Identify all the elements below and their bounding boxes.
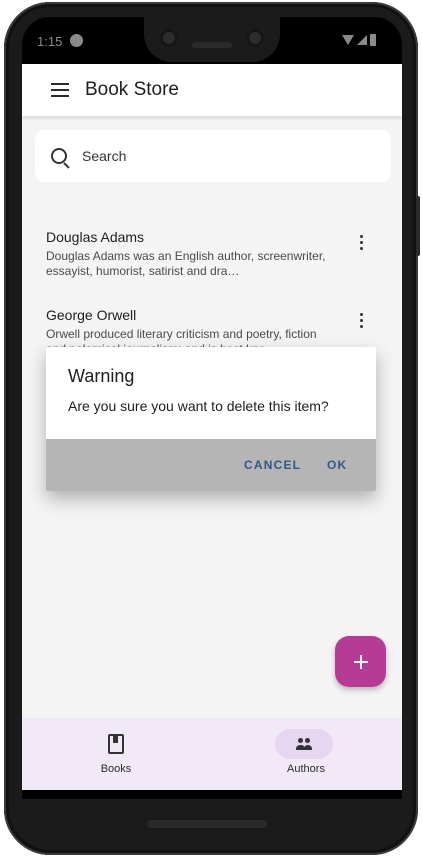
app-content: Book Store Search Douglas Adams Douglas … <box>22 64 402 790</box>
cancel-button[interactable]: CANCEL <box>244 458 301 472</box>
notification-icon <box>70 34 83 47</box>
dialog-message: Are you sure you want to delete this ite… <box>68 398 329 414</box>
front-sensor-icon <box>246 29 264 47</box>
dialog-actions: CANCEL OK <box>46 439 376 491</box>
signal-icon <box>357 35 367 45</box>
menu-icon[interactable] <box>51 83 69 97</box>
nav-selected-indicator <box>275 729 333 759</box>
app-title: Book Store <box>85 79 179 100</box>
screen: 1:15 Book Store Search Douglas Adams Dou… <box>22 17 402 799</box>
wifi-icon <box>342 35 354 45</box>
dialog-title: Warning <box>68 366 135 386</box>
nav-item-authors[interactable]: Authors <box>246 718 366 790</box>
side-button <box>416 196 420 256</box>
status-time: 1:15 <box>37 34 63 49</box>
bottom-navigation: Books Authors <box>22 718 402 790</box>
nav-label-authors: Authors <box>287 763 325 775</box>
people-icon <box>296 737 312 751</box>
nav-item-books[interactable]: Books <box>56 718 176 790</box>
bottom-speaker-grill <box>147 820 267 828</box>
add-button[interactable] <box>335 636 386 687</box>
book-icon <box>108 734 124 754</box>
camera-notch <box>144 17 280 62</box>
delete-confirmation-dialog: Warning Are you sure you want to delete … <box>46 347 376 491</box>
battery-icon <box>370 34 376 46</box>
ok-button[interactable]: OK <box>327 458 347 472</box>
earpiece-speaker <box>192 42 232 48</box>
front-camera-icon <box>160 29 178 47</box>
top-app-bar: Book Store <box>22 64 402 116</box>
nav-label-books: Books <box>100 763 132 775</box>
